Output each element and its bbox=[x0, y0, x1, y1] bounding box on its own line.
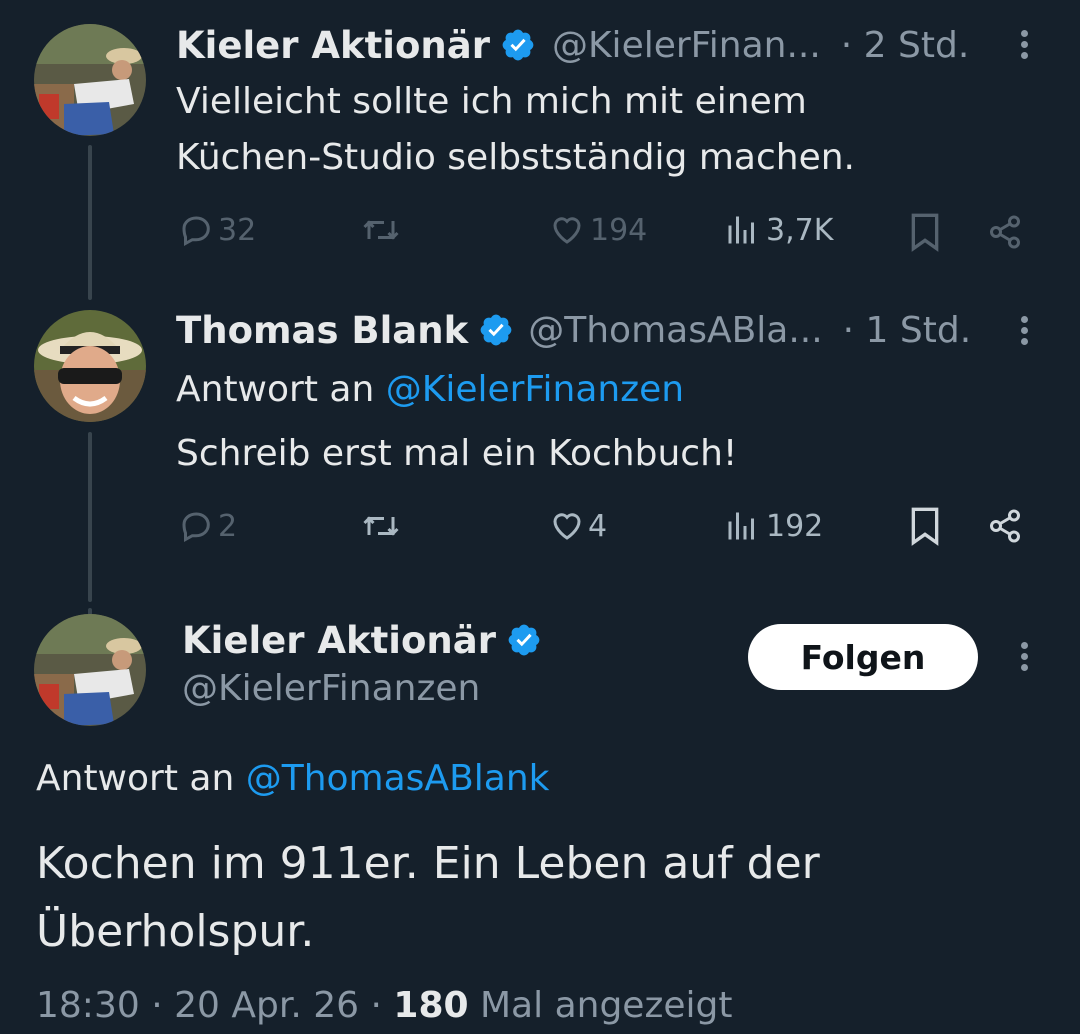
timestamp[interactable]: · 2 Std. bbox=[841, 25, 970, 66]
tweet-time[interactable]: 18:30 bbox=[36, 985, 140, 1026]
more-icon[interactable] bbox=[1014, 638, 1034, 678]
reply-to-link[interactable]: @KielerFinanzen bbox=[386, 369, 684, 410]
tweet-text: Kochen im 911er. Ein Leben auf der bbox=[36, 838, 820, 889]
tweet-date[interactable]: 20 Apr. 26 bbox=[174, 985, 359, 1026]
separator-dot: · bbox=[370, 985, 382, 1026]
views-count: 192 bbox=[766, 508, 824, 544]
follow-button[interactable]: Folgen bbox=[748, 624, 978, 690]
share-icon bbox=[990, 215, 1020, 249]
author-name[interactable]: Thomas Blank bbox=[176, 309, 468, 352]
repost-button[interactable] bbox=[360, 508, 402, 544]
repost-icon bbox=[363, 220, 399, 240]
verified-badge-icon bbox=[502, 29, 534, 61]
timestamp[interactable]: · 1 Std. bbox=[843, 310, 972, 351]
avatar[interactable] bbox=[34, 24, 146, 136]
like-count: 194 bbox=[590, 212, 648, 248]
views-count: 180 bbox=[393, 985, 469, 1026]
like-icon bbox=[553, 217, 581, 244]
reply-prefix: Antwort an bbox=[176, 369, 375, 410]
bookmark-icon bbox=[911, 507, 939, 546]
tweet-text: Überholspur. bbox=[36, 906, 315, 957]
reply-prefix: Antwort an bbox=[36, 758, 235, 799]
bookmark-button[interactable] bbox=[908, 506, 942, 546]
reply-count: 2 bbox=[218, 508, 238, 544]
avatar[interactable] bbox=[34, 310, 146, 422]
more-icon[interactable] bbox=[1014, 26, 1034, 66]
like-icon bbox=[553, 513, 581, 540]
tweet-text: Vielleicht sollte ich mich mit einem bbox=[176, 81, 807, 122]
tweet-text: Küchen-Studio selbstständig machen. bbox=[176, 137, 855, 178]
like-count: 4 bbox=[588, 508, 608, 544]
bookmark-button[interactable] bbox=[908, 212, 942, 252]
author-handle[interactable]: @ThomasABla... bbox=[528, 310, 822, 351]
reply-to-link[interactable]: @ThomasABlank bbox=[246, 758, 550, 799]
repost-icon bbox=[363, 516, 399, 536]
reply-button[interactable]: 32 bbox=[178, 212, 256, 248]
views-icon bbox=[728, 512, 754, 540]
views-icon bbox=[728, 216, 754, 244]
views-button[interactable]: 3,7K bbox=[724, 212, 833, 248]
reply-icon bbox=[182, 216, 210, 247]
author-handle[interactable]: @KielerFinan... bbox=[552, 25, 821, 66]
verified-badge-icon bbox=[508, 624, 540, 656]
reply-button[interactable]: 2 bbox=[178, 508, 237, 544]
thread-line bbox=[88, 432, 92, 602]
tweet-text: Schreib erst mal ein Kochbuch! bbox=[176, 433, 738, 474]
tweet-meta: 18:30 · 20 Apr. 26 · 180 Mal angezeigt bbox=[36, 982, 732, 1030]
share-button[interactable] bbox=[986, 508, 1024, 544]
thread-line bbox=[88, 145, 92, 300]
author-name[interactable]: Kieler Aktionär bbox=[176, 24, 490, 67]
like-button[interactable]: 194 bbox=[548, 212, 647, 248]
avatar[interactable] bbox=[34, 614, 146, 726]
separator-dot: · bbox=[151, 985, 163, 1026]
repost-button[interactable] bbox=[360, 212, 402, 248]
views-button[interactable]: 192 bbox=[724, 508, 823, 544]
like-button[interactable]: 4 bbox=[548, 508, 607, 544]
verified-badge-icon bbox=[480, 314, 512, 346]
share-button[interactable] bbox=[986, 214, 1024, 250]
share-icon bbox=[990, 509, 1020, 543]
reply-icon bbox=[182, 512, 210, 543]
author-name[interactable]: Kieler Aktionär bbox=[182, 619, 496, 662]
more-icon[interactable] bbox=[1014, 312, 1034, 352]
reply-count: 32 bbox=[218, 212, 257, 248]
views-label: Mal angezeigt bbox=[480, 985, 733, 1026]
bookmark-icon bbox=[911, 213, 939, 252]
views-count: 3,7K bbox=[766, 212, 834, 248]
author-handle[interactable]: @KielerFinanzen bbox=[182, 668, 480, 709]
